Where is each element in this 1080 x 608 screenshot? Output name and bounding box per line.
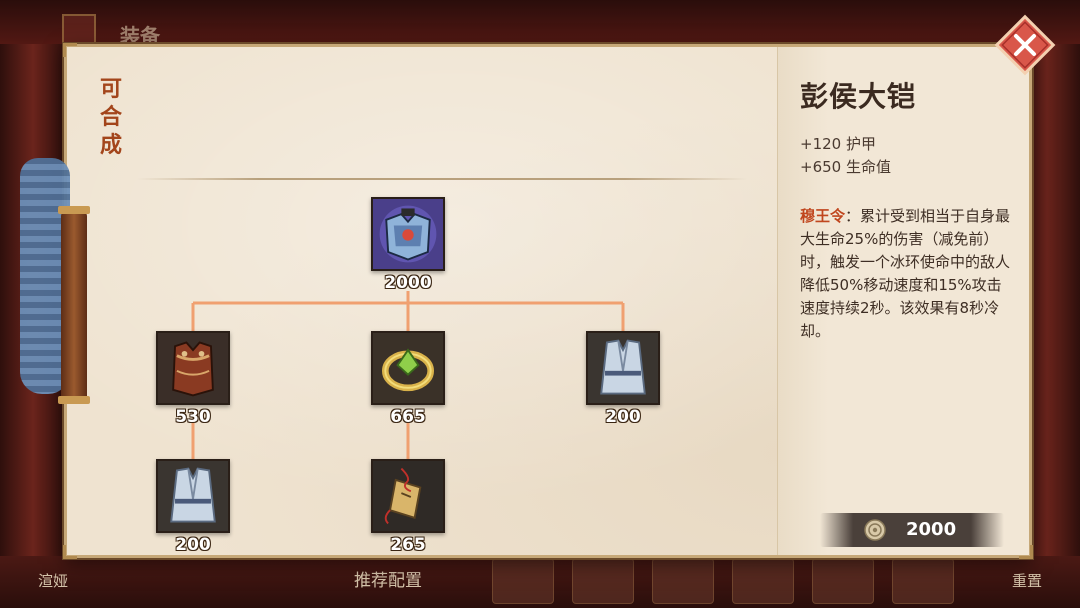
equip-slot[interactable]: [652, 558, 714, 604]
rod-cap: [58, 396, 90, 404]
recipe-component-item[interactable]: 530: [156, 331, 230, 427]
recipe-root-item[interactable]: 2000: [371, 197, 445, 293]
item-price: 200: [605, 407, 641, 427]
stat-health: +650 生命值: [800, 158, 891, 176]
recipe-material-item[interactable]: 265: [371, 459, 445, 555]
hero-name-label: 渲娅: [38, 572, 69, 590]
item-info-pane: 彭侯大铠 +120 护甲 +650 生命值 穆王令：累计受到相当于自身最大生命2…: [777, 47, 1029, 555]
item-price: 200: [175, 535, 211, 555]
item-price: 530: [175, 407, 211, 427]
close-button[interactable]: [994, 14, 1056, 76]
recommend-config-button[interactable]: 推荐配置: [354, 566, 422, 591]
item-name: 彭侯大铠: [800, 80, 917, 113]
recipe-component-item[interactable]: 200: [586, 331, 660, 427]
close-icon: [994, 14, 1056, 76]
gold-ring-icon: [371, 331, 445, 405]
purchase-cost-bar[interactable]: 2000: [820, 513, 1004, 547]
stat-armor: +120 护甲: [800, 135, 876, 153]
white-robe-icon: [156, 459, 230, 533]
item-price: 2000: [384, 273, 432, 293]
leather-vest-icon: [156, 331, 230, 405]
item-price: 265: [390, 535, 426, 555]
blue-armor-icon: [371, 197, 445, 271]
recipe-component-item[interactable]: 665: [371, 331, 445, 427]
purchase-cost: 2000: [906, 519, 957, 540]
passive-text: ：累计受到相当于自身最大生命25%的伤害（减免前）时，触发一个冰环使命中的敌人降…: [800, 207, 1011, 340]
recipe-material-item[interactable]: 200: [156, 459, 230, 555]
token-icon: [371, 459, 445, 533]
item-price: 665: [390, 407, 426, 427]
scroll-rod: [61, 212, 87, 402]
equip-slot[interactable]: [732, 558, 794, 604]
white-robe-icon: [586, 331, 660, 405]
passive-description: 穆王令：累计受到相当于自身最大生命25%的伤害（减免前）时，触发一个冰环使命中的…: [800, 205, 1014, 343]
item-stats: +120 护甲 +650 生命值: [800, 133, 891, 179]
equip-slot[interactable]: [492, 558, 554, 604]
equip-slot[interactable]: [572, 558, 634, 604]
passive-name: 穆王令: [800, 207, 846, 225]
reset-button[interactable]: 重置: [1012, 570, 1042, 591]
coin-icon: [864, 519, 886, 541]
equip-slot[interactable]: [812, 558, 874, 604]
background-header: [0, 0, 1080, 44]
rod-cap: [58, 206, 90, 214]
equip-slot[interactable]: [892, 558, 954, 604]
item-detail-panel: 可合成 2000 530 665 200 200 265 彭侯大铠 +120 护…: [63, 43, 1033, 559]
